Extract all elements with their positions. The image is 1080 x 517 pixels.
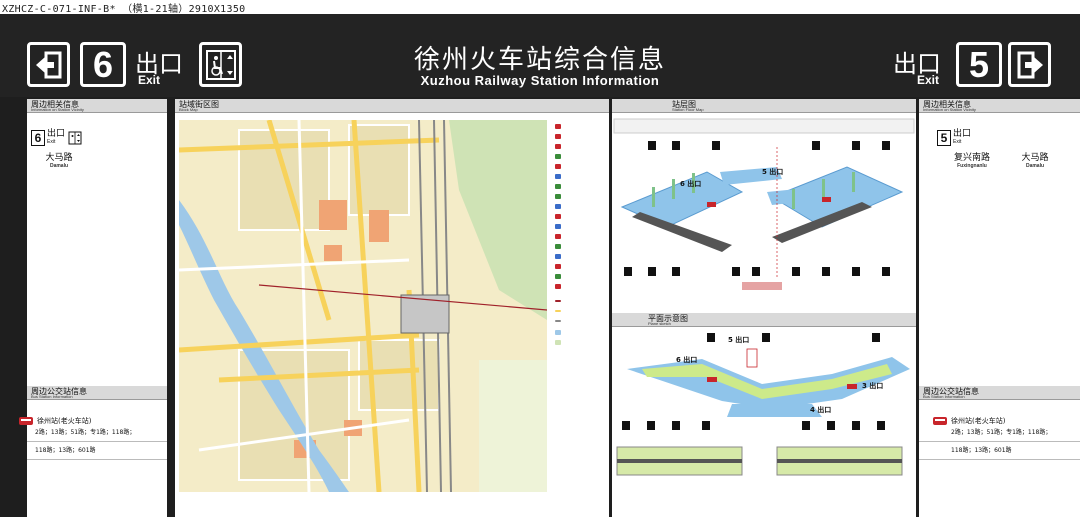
divider <box>919 441 1080 442</box>
map-legend <box>553 120 609 492</box>
left-exit-label-cn: 出口 <box>47 129 66 139</box>
plane-exit-5-label: 5 出口 <box>728 336 750 344</box>
floor-map-panel: 站层图 Station Floor Map 6 出口 5 出口 平面示意图 Pl… <box>612 99 916 517</box>
spec-code: XZHCZ-C-071-INF-B* （横1-21轴）2910X1350 <box>2 4 246 15</box>
right-exit-label-en: Exit <box>953 139 962 145</box>
right-bus-stop-name: 徐州站(老火车站) <box>951 417 1006 425</box>
road-name-en: Damalu <box>49 163 69 169</box>
exit-5-number: 5 <box>956 42 1002 87</box>
divider <box>27 441 167 442</box>
left-exit-number: 6 <box>31 130 45 146</box>
right-bus-header: 周边公交站信息 Bus Station Information <box>919 386 1080 400</box>
right-bus-stop: 徐州站(老火车站) <box>933 416 1005 426</box>
right-bus-title-en: Bus Station Information <box>923 394 965 399</box>
station-info-sign: 6 出口 Exit 徐州火车站综合信息 Xuzhou Railway Stati… <box>0 14 1080 517</box>
floor-map-title-en: Station Floor Map <box>672 107 704 112</box>
block-map-header: 站域街区图 Block Map <box>175 99 609 113</box>
plane-exit-4-label: 4 出口 <box>810 406 832 414</box>
right-road-fuxingnanlu: 复兴南路 Fuxingnanlu <box>949 150 995 169</box>
right-info-panel: 周边相关信息 Information on Station Vicinity 5… <box>919 99 1080 517</box>
floor-exit-5-label: 5 出口 <box>762 168 784 176</box>
left-bus-title-en: Bus Station Information <box>31 394 73 399</box>
sign-header: 6 出口 Exit 徐州火车站综合信息 Xuzhou Railway Stati… <box>0 14 1080 97</box>
floor-exit-6-label: 6 出口 <box>680 180 702 188</box>
road-name-cn: 复兴南路 <box>953 153 990 163</box>
road-name-en: Fuxingnanlu <box>957 163 987 169</box>
road-name-cn: 大马路 <box>1021 153 1049 163</box>
road-name-cn: 大马路 <box>45 153 73 163</box>
right-vicinity-title-en: Information on Station Vicinity <box>923 107 976 112</box>
block-map <box>179 120 547 492</box>
right-exit-marker: 5 出口 Exit <box>937 130 971 146</box>
right-vicinity-header: 周边相关信息 Information on Station Vicinity <box>919 99 1080 113</box>
plane-sketch-header: 平面示意图 Plane sketch <box>612 313 916 327</box>
floor-diagram <box>613 118 915 290</box>
left-exit-marker: 6 出口 Exit <box>31 130 82 146</box>
road-name-en: Damalu <box>1025 163 1045 169</box>
block-map-title-en: Block Map <box>179 107 198 112</box>
divider <box>27 459 167 460</box>
exit-right-arrow-icon <box>1008 42 1051 87</box>
plane-sketch-diagram <box>616 333 910 476</box>
plane-exit-3-label: 3 出口 <box>862 382 884 390</box>
left-bus-lines-1: 2路；13路；51路；专1路；118路； <box>35 429 136 436</box>
left-bus-header: 周边公交站信息 Bus Station Information <box>27 386 167 400</box>
left-info-panel: 周边相关信息 Information on Station Vicinity 6… <box>19 99 167 517</box>
left-bus-lines-2: 118路；13路；601路 <box>35 447 96 454</box>
elevator-icon <box>68 131 82 145</box>
right-exit-number: 5 <box>937 130 951 146</box>
left-bus-stop: 徐州站(老火车站) <box>19 416 91 426</box>
plane-sketch-title-en: Plane sketch <box>648 321 671 326</box>
left-vicinity-title-en: Information on Station Vicinity <box>31 107 84 112</box>
divider <box>919 459 1080 460</box>
bus-icon <box>933 417 947 425</box>
left-bus-stop-name: 徐州站(老火车站) <box>37 417 92 425</box>
bus-icon <box>19 417 33 425</box>
left-exit-label-en: Exit <box>47 139 56 145</box>
right-exit-label-cn: 出口 <box>953 129 972 139</box>
plane-exit-6-label: 6 出口 <box>676 356 698 364</box>
left-vicinity-header: 周边相关信息 Information on Station Vicinity <box>27 99 167 113</box>
right-bus-lines-1: 2路；13路；51路；专1路；118路； <box>951 429 1052 436</box>
right-road-damalu: 大马路 Damalu <box>1015 150 1055 169</box>
right-bus-lines-2: 118路；13路；601路 <box>951 447 1012 454</box>
left-road-damalu: 大马路 Damalu <box>39 150 79 169</box>
exit-5-label-en: Exit <box>917 73 940 87</box>
floor-map-header: 站层图 Station Floor Map <box>612 99 916 113</box>
